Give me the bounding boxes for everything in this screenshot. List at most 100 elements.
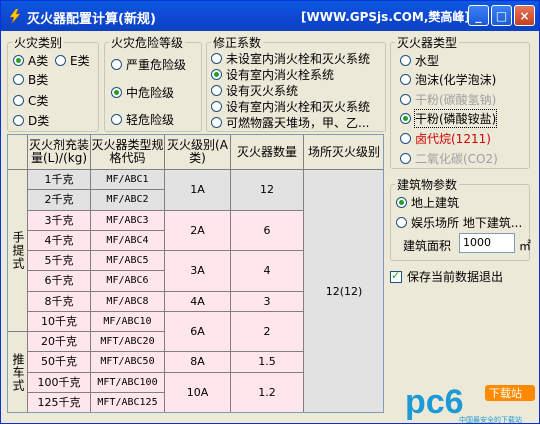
maximize-icon: □ [495, 8, 508, 23]
table-cell-code: MFT/ABC50 [91, 352, 165, 373]
radio-danger-medium[interactable]: 中危险级 [111, 84, 174, 101]
radio-fire-class-b[interactable]: B类 [13, 71, 48, 88]
table-cell-level: 2A [165, 210, 231, 251]
checkbox-indicator[interactable] [390, 269, 402, 283]
radio-indicator[interactable] [55, 55, 66, 66]
radio-danger-light[interactable]: 轻危险级 [111, 111, 174, 128]
maximize-button[interactable]: □ [491, 5, 512, 26]
area-label: 建筑面积 [403, 239, 452, 253]
table-cell-charge: 10千克 [28, 311, 91, 332]
radio-fire-class-a[interactable]: A类 [13, 52, 48, 69]
group-cart: 推车式 [8, 332, 28, 412]
radio-indicator[interactable] [211, 85, 222, 96]
radio-correction-extinguishing[interactable]: 设有灭火系统 [211, 82, 298, 99]
radio-indicator[interactable] [400, 74, 411, 85]
table-cell-level: 1A [165, 170, 231, 211]
building-params-legend: 建筑物参数 [397, 178, 458, 192]
radio-indicator[interactable] [13, 115, 24, 126]
table-cell-count: 3 [231, 291, 304, 312]
table-cell-count: 4 [231, 251, 304, 292]
radio-building-above-ground[interactable]: 地上建筑 [396, 194, 459, 211]
danger-level-legend: 火灾危险等级 [111, 36, 184, 50]
table-header-site: 场所灭火级别 [304, 135, 383, 170]
table-cell-count: 2 [231, 311, 304, 353]
close-button[interactable]: × [514, 5, 535, 26]
radio-indicator[interactable] [111, 87, 122, 98]
table-cell-charge: 5千克 [28, 251, 91, 272]
radio-indicator[interactable] [396, 217, 407, 228]
radio-indicator[interactable] [400, 133, 411, 144]
radio-correction-none[interactable]: 未设室内消火栓和灭火系统 [211, 50, 370, 67]
radio-danger-severe[interactable]: 严重危险级 [111, 56, 186, 73]
table-cell-charge: 125千克 [28, 392, 91, 412]
close-icon: × [519, 8, 530, 23]
minimize-button[interactable]: _ [468, 5, 489, 26]
table-cell-code: MF/ABC8 [91, 291, 165, 312]
title-bar[interactable]: 灭火器配置计算(新规) [WWW.GPSjs.COM,樊高峰] _ □ × [1, 1, 539, 31]
radio-indicator[interactable] [211, 69, 222, 80]
pc6-watermark-logo: pc6 下载站 中国最安全的下载站 [405, 383, 535, 424]
table-cell-charge: 100千克 [28, 372, 91, 393]
radio-type-water[interactable]: 水型 [400, 52, 439, 69]
radio-indicator[interactable] [400, 55, 411, 66]
table-cell-count: 6 [231, 210, 304, 251]
radio-fire-class-e[interactable]: E类 [55, 52, 90, 69]
table-header-count: 灭火器数量 [231, 135, 304, 170]
table-cell-code: MFT/ABC100 [91, 372, 165, 393]
table-cell-code: MF/ABC10 [91, 311, 165, 332]
table-cell-level: 6A [165, 311, 231, 353]
radio-indicator[interactable] [111, 114, 122, 125]
area-input[interactable]: 1000 [459, 233, 515, 253]
radio-correction-both[interactable]: 设有室内消火栓和灭火系统 [211, 98, 370, 115]
group-handheld: 手提式 [8, 170, 28, 332]
table-cell-site-level: 12(12) [304, 170, 383, 412]
radio-indicator[interactable] [13, 95, 24, 106]
radio-fire-class-c[interactable]: C类 [13, 92, 48, 109]
window-title: 灭火器配置计算(新规) [27, 12, 156, 27]
radio-indicator[interactable] [396, 197, 407, 208]
radio-correction-hydrant[interactable]: 设有室内消火栓系统 [211, 66, 334, 83]
table-cell-charge: 50千克 [28, 352, 91, 373]
radio-indicator[interactable] [13, 55, 24, 66]
radio-indicator[interactable] [400, 94, 411, 105]
radio-fire-class-d[interactable]: D类 [13, 112, 49, 129]
radio-correction-outdoor[interactable]: 可燃物露天堆场，甲、乙... [211, 114, 369, 131]
table-cell-charge: 3千克 [28, 210, 91, 231]
table-cell-code: MFT/ABC125 [91, 392, 165, 412]
radio-type-powder-bicarb[interactable]: 干粉(碳酸氢钠) [400, 91, 496, 108]
radio-indicator[interactable] [211, 101, 222, 112]
fire-class-legend: 火灾类别 [14, 36, 63, 50]
watermark-sub: 中国最安全的下载站 [459, 415, 522, 424]
radio-indicator[interactable] [400, 113, 411, 124]
radio-indicator[interactable] [400, 153, 411, 164]
table-cell-level: 10A [165, 372, 231, 412]
radio-type-powder-abc[interactable]: 干粉(磷酸铵盐) [400, 109, 498, 128]
lightning-icon [9, 8, 21, 24]
extinguisher-type-legend: 灭火器类型 [397, 36, 458, 50]
table-cell-code: MF/ABC1 [91, 170, 165, 191]
radio-type-co2[interactable]: 二氧化碳(CO2) [400, 150, 498, 167]
window-site-text: [WWW.GPSjs.COM,樊高峰] [301, 10, 470, 24]
table-cell-charge: 6千克 [28, 271, 91, 292]
extinguisher-table[interactable]: 灭火剂充装量(L)/(kg) 灭火器类型规格代码 灭火级别(A类) 灭火器数量 场所灭火… [7, 134, 384, 413]
radio-indicator[interactable] [211, 53, 222, 64]
table-cell-level: 8A [165, 352, 231, 373]
watermark-badge: 下载站 [489, 386, 522, 400]
table-cell-code: MFT/ABC20 [91, 332, 165, 353]
radio-type-halon[interactable]: 卤代烷(1211) [400, 130, 491, 147]
table-cell-charge: 20千克 [28, 332, 91, 353]
table-cell-count: 1.2 [231, 372, 304, 412]
radio-indicator[interactable] [13, 74, 24, 85]
table-cell-count: 1.5 [231, 352, 304, 373]
radio-indicator[interactable] [211, 117, 222, 128]
radio-type-foam[interactable]: 泡沫(化学泡沫) [400, 71, 496, 88]
radio-building-underground[interactable]: 娱乐场所 地下建筑... [396, 214, 522, 231]
table-cell-level: 4A [165, 291, 231, 312]
main-window: 灭火器配置计算(新规) [WWW.GPSjs.COM,樊高峰] _ □ × 火灾… [0, 0, 540, 424]
table-cell-code: MF/ABC5 [91, 251, 165, 272]
save-exit-checkbox[interactable]: 保存当前数据退出 [390, 268, 503, 285]
radio-indicator[interactable] [111, 59, 122, 70]
table-cell-charge: 8千克 [28, 291, 91, 312]
table-cell-charge: 4千克 [28, 230, 91, 251]
table-cell-level: 3A [165, 251, 231, 292]
